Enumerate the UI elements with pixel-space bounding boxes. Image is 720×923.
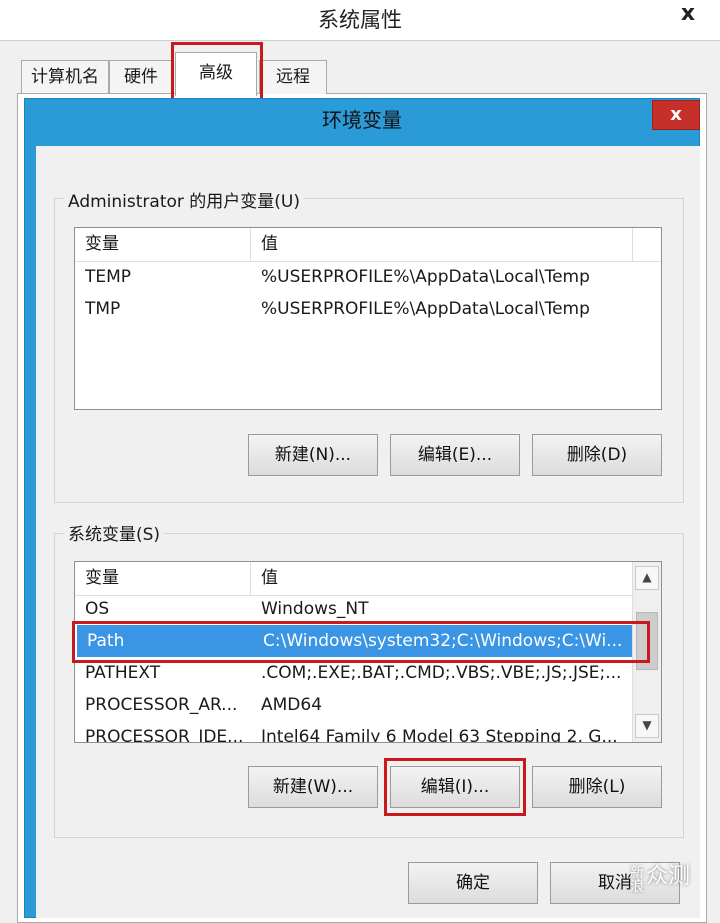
chevron-down-icon[interactable]: ▼ [635,714,659,738]
column-header-value[interactable]: 值 [251,228,633,261]
table-row[interactable]: PROCESSOR_AR... AMD64 [75,689,661,721]
tab-remote[interactable]: 远程 [259,60,327,94]
env-dialog-title: 环境变量 [322,108,402,132]
user-variables-list[interactable]: 变量 值 TEMP %USERPROFILE%\AppData\Local\Te… [74,227,662,410]
variable-name: PROCESSOR_AR... [85,695,238,715]
edit-button-highlight [384,758,526,816]
advanced-tab-highlight [171,42,263,104]
tab-hardware[interactable]: 硬件 [109,60,173,94]
user-edit-button[interactable]: 编辑(E)... [390,434,520,476]
system-delete-button[interactable]: 删除(L) [532,766,662,808]
variable-name: TMP [85,299,121,319]
variable-name: PROCESSOR_IDE... [85,727,244,743]
chevron-up-icon[interactable]: ▲ [635,566,659,590]
system-variables-label: 系统变量(S) [64,520,165,545]
user-variables-label: Administrator 的用户变量(U) [64,187,304,212]
table-row[interactable]: TEMP %USERPROFILE%\AppData\Local\Temp [75,261,661,293]
variable-name: TEMP [85,267,132,287]
variable-value: %USERPROFILE%\AppData\Local\Temp [261,299,590,319]
variable-value: Intel64 Family 6 Model 63 Stepping 2, G.… [261,727,618,743]
watermark-logo: 新浪众测 [630,866,720,914]
path-row-highlight [72,621,650,663]
outer-dialog-title: 系统属性 [318,8,402,32]
outer-close-button[interactable]: x [664,0,712,30]
tab-computer-name[interactable]: 计算机名 [21,60,109,94]
system-new-button[interactable]: 新建(W)... [248,766,378,808]
table-row[interactable]: PROCESSOR_IDE... Intel64 Family 6 Model … [75,721,661,743]
list-header: 变量 值 [75,562,661,596]
variable-value: AMD64 [261,695,323,715]
variable-value: %USERPROFILE%\AppData\Local\Temp [261,267,590,287]
watermark-text: 众测 [646,864,691,889]
column-header-variable[interactable]: 变量 [75,228,251,261]
watermark-small-text: 新浪 [630,865,644,895]
table-row[interactable]: TMP %USERPROFILE%\AppData\Local\Temp [75,293,661,325]
user-new-button[interactable]: 新建(N)... [248,434,378,476]
user-delete-button[interactable]: 删除(D) [532,434,662,476]
env-dialog-close-button[interactable]: x [652,100,700,130]
list-header: 变量 值 [75,228,661,262]
ok-button[interactable]: 确定 [408,862,538,904]
column-header-value[interactable]: 值 [251,562,633,595]
column-header-variable[interactable]: 变量 [75,562,251,595]
